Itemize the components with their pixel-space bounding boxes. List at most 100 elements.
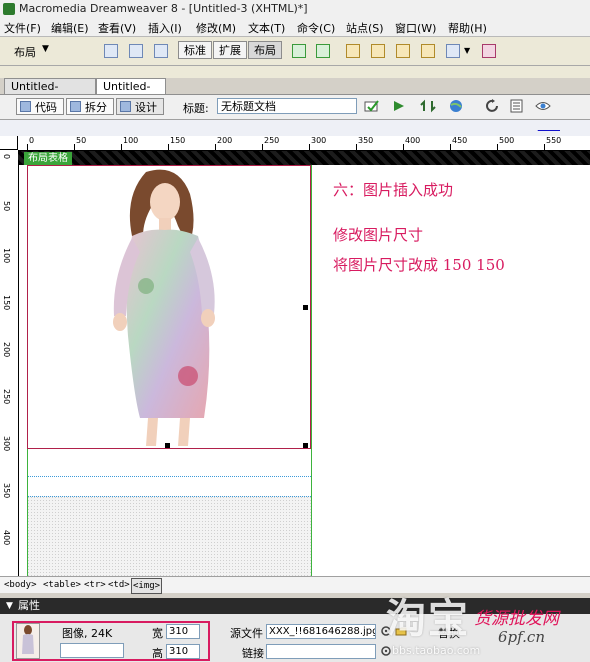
document-tabs: Untitled-1.html Untitled-3* (0, 78, 590, 109)
document-area-gap (0, 66, 590, 78)
validate-icon[interactable] (364, 99, 380, 113)
tag-img[interactable]: <img> (131, 578, 163, 594)
code-view-button[interactable]: 代码 (16, 98, 64, 115)
empty-layout-area (27, 496, 311, 576)
layout-table-header-bar (18, 151, 590, 165)
ruler-tick-label: 300 (2, 436, 11, 452)
menu-text[interactable]: 文本(T) (248, 20, 285, 36)
tag-tr[interactable]: <tr> (84, 578, 106, 592)
ruler-tick-label: 500 (499, 136, 515, 145)
link-input[interactable] (266, 644, 376, 659)
ruler-tick-label: 550 (546, 136, 562, 145)
refresh-icon[interactable] (485, 99, 501, 113)
ruler-tick (215, 144, 216, 150)
instruction-text: 修改图片尺寸 (333, 226, 424, 244)
tab-untitled-3[interactable]: Untitled-3* (96, 78, 166, 109)
menu-help[interactable]: 帮助(H) (448, 20, 487, 36)
menu-modify[interactable]: 修改(M) (196, 20, 236, 36)
collapse-triangle-icon[interactable]: ▼ (6, 598, 13, 614)
menu-file[interactable]: 文件(F) (4, 20, 41, 36)
insert-row-icon[interactable] (346, 44, 360, 58)
link-point-to-file-icon[interactable] (380, 645, 392, 657)
view-options-icon[interactable] (510, 99, 526, 113)
ruler-tick (74, 144, 75, 150)
menu-bar: 文件(F) 编辑(E) 查看(V) 插入(I) 修改(M) 文本(T) 命令(C… (0, 18, 590, 37)
tag-table[interactable]: <table> (43, 578, 81, 592)
layout-cell-icon[interactable] (316, 44, 330, 58)
mode-standard-button[interactable]: 标准 (178, 41, 212, 59)
mode-expanded-button[interactable]: 扩展 (213, 41, 247, 59)
mode-layout-button[interactable]: 布局 (248, 41, 282, 59)
ruler-tick-label: 0 (29, 136, 35, 145)
menu-window[interactable]: 窗口(W) (395, 20, 436, 36)
ruler-tick (168, 144, 169, 150)
layer-icon[interactable] (129, 44, 143, 58)
url-watermark: 6pf.cn (498, 628, 545, 646)
document-title-input[interactable]: 无标题文档 (217, 98, 357, 114)
ruler-tick-label: 400 (2, 530, 11, 546)
preview-in-browser-icon[interactable] (448, 99, 464, 113)
width-label: 宽 (152, 627, 163, 640)
ruler-tick-label: 200 (217, 136, 233, 145)
frame-icon[interactable] (154, 44, 168, 58)
dress-model-photo (113, 169, 215, 446)
resize-handle-bottom[interactable] (165, 443, 170, 448)
insert-column-left-icon[interactable] (421, 44, 435, 58)
height-input[interactable]: 310 (166, 644, 200, 659)
layout-column-border (311, 165, 312, 576)
source-input[interactable]: XXX_!!681646288.jpg (266, 624, 376, 639)
ruler-tick-label: 0 (2, 154, 11, 160)
dreamweaver-app-icon (3, 3, 15, 15)
chevron-down-icon[interactable]: ▼ (42, 44, 49, 54)
resize-handle-corner[interactable] (303, 443, 308, 448)
design-view-icon (120, 101, 131, 112)
ruler-tick-label: 200 (2, 342, 11, 358)
table-icon[interactable] (104, 44, 118, 58)
menu-commands[interactable]: 命令(C) (297, 20, 335, 36)
window-title: Macromedia Dreamweaver 8 - [Untitled-3 (… (19, 2, 308, 15)
ruler-tick (309, 144, 310, 150)
ruler-tick-label: 50 (76, 136, 87, 145)
row-guide (27, 476, 311, 477)
frames-menu-icon[interactable] (446, 44, 460, 58)
tab-untitled-1[interactable]: Untitled-1.html (4, 78, 96, 109)
ruler-origin[interactable] (0, 136, 18, 150)
image-thumbnail (16, 623, 40, 659)
ruler-tick-label: 100 (2, 248, 11, 264)
menu-site[interactable]: 站点(S) (346, 20, 384, 36)
tag-td[interactable]: <td> (108, 578, 130, 592)
exit-layout-link[interactable] (538, 121, 560, 132)
selected-image[interactable] (27, 165, 311, 449)
resize-handle-right[interactable] (303, 305, 308, 310)
browser-check-icon[interactable] (392, 99, 408, 113)
forum-watermark: bbs.taobao.com (392, 644, 481, 657)
image-name-input[interactable] (60, 643, 124, 658)
ruler-tick-label: 250 (2, 389, 11, 405)
ruler-tick-label: 250 (264, 136, 280, 145)
menu-insert[interactable]: 插入(I) (148, 20, 182, 36)
ruler-tick (262, 144, 263, 150)
ruler-tick (121, 144, 122, 150)
row-guide (27, 496, 311, 497)
design-view-button[interactable]: 设计 (116, 98, 164, 115)
file-management-icon[interactable] (420, 99, 436, 113)
insert-column-icon[interactable] (371, 44, 385, 58)
visual-aids-icon[interactable] (535, 99, 551, 113)
ruler-tick-label: 50 (2, 201, 11, 212)
link-label: 链接 (242, 647, 264, 660)
insert-row-above-icon[interactable] (396, 44, 410, 58)
layout-mode-strip (0, 120, 590, 136)
site-watermark: 货源批发网 (474, 609, 559, 629)
layout-table-tab[interactable]: 布局表格 (24, 152, 72, 165)
menu-edit[interactable]: 编辑(E) (51, 20, 89, 36)
width-input[interactable]: 310 (166, 624, 200, 639)
tag-chooser-icon[interactable] (482, 44, 496, 58)
frames-dropdown-arrow-icon[interactable]: ▼ (464, 46, 470, 55)
layout-table-icon[interactable] (292, 44, 306, 58)
split-view-button[interactable]: 拆分 (66, 98, 114, 115)
insert-category-dropdown[interactable]: 布局 (14, 44, 36, 60)
menu-view[interactable]: 查看(V) (98, 20, 136, 36)
code-view-icon (20, 101, 31, 112)
step-title-text: 六：图片插入成功 (333, 181, 454, 199)
tag-body[interactable]: <body> (4, 578, 37, 592)
